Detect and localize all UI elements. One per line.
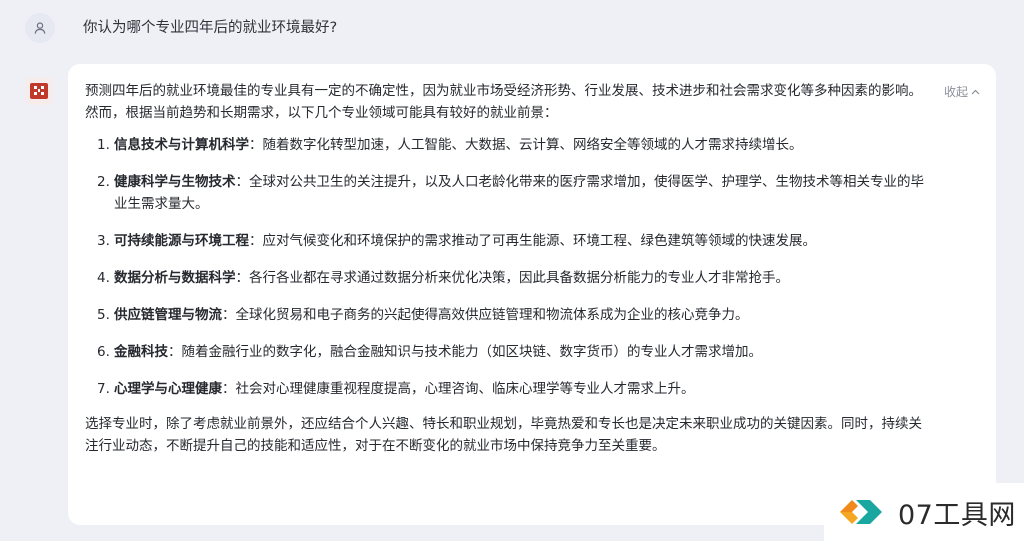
list-item-term: 心理学与心理健康	[114, 381, 222, 397]
list-item-desc: ：应对气候变化和环境保护的需求推动了可再生能源、环境工程、绿色建筑等领域的快速发…	[249, 233, 816, 249]
collapse-button[interactable]: 收起	[944, 83, 980, 100]
answer-list: 1. 信息技术与计算机科学：随着数字化转型加速，人工智能、大数据、云计算、网络安…	[85, 134, 935, 400]
list-item-number: 1.	[97, 137, 110, 153]
list-item-term: 供应链管理与物流	[114, 307, 222, 323]
list-item-desc: ：社会对心理健康重视程度提高，心理咨询、临床心理学等专业人才需求上升。	[222, 381, 695, 397]
watermark: 07工具网	[824, 483, 1024, 541]
list-item-number: 7.	[97, 381, 110, 397]
user-question-text: 你认为哪个专业四年后的就业环境最好?	[83, 20, 338, 36]
list-item-number: 5.	[97, 307, 110, 323]
assistant-avatar	[25, 77, 53, 105]
list-item-number: 4.	[97, 270, 110, 286]
answer-content: 预测四年后的就业环境最佳的专业具有一定的不确定性，因为就业市场受经济形势、行业发…	[85, 80, 935, 457]
assistant-answer-card: 收起 预测四年后的就业环境最佳的专业具有一定的不确定性，因为就业市场受经济形势、…	[68, 64, 996, 525]
list-item: 7. 心理学与心理健康：社会对心理健康重视程度提高，心理咨询、临床心理学等专业人…	[97, 378, 935, 400]
list-item: 4. 数据分析与数据科学：各行各业都在寻求通过数据分析来优化决策，因此具备数据分…	[97, 267, 935, 289]
list-item-term: 数据分析与数据科学	[114, 270, 236, 286]
user-avatar	[25, 13, 55, 43]
list-item: 2. 健康科学与生物技术：全球对公共卫生的关注提升，以及人口老龄化带来的医疗需求…	[97, 171, 935, 215]
list-item-term: 信息技术与计算机科学	[114, 137, 249, 153]
user-icon	[34, 22, 46, 34]
list-item-term: 健康科学与生物技术	[114, 174, 236, 190]
list-item: 5. 供应链管理与物流：全球化贸易和电子商务的兴起使得高效供应链管理和物流体系成…	[97, 304, 935, 326]
list-item-desc: ：全球对公共卫生的关注提升，以及人口老龄化带来的医疗需求增加，使得医学、护理学、…	[114, 174, 924, 212]
collapse-label: 收起	[943, 85, 968, 99]
list-item-number: 3.	[97, 233, 110, 249]
user-message: 你认为哪个专业四年后的就业环境最好?	[0, 0, 1024, 60]
list-item: 6. 金融科技：随着金融行业的数字化，融合金融知识与技术能力（如区块链、数字货币…	[97, 341, 935, 363]
list-item-desc: ：各行各业都在寻求通过数据分析来优化决策，因此具备数据分析能力的专业人才非常抢手…	[235, 270, 790, 286]
assistant-logo-icon	[30, 83, 48, 99]
list-item-desc: ：随着金融行业的数字化，融合金融知识与技术能力（如区块链、数字货币）的专业人才需…	[168, 344, 762, 360]
chevron-up-icon	[971, 89, 980, 94]
list-item-desc: ：全球化贸易和电子商务的兴起使得高效供应链管理和物流体系成为企业的核心竞争力。	[222, 307, 749, 323]
list-item-number: 6.	[97, 344, 110, 360]
list-item-term: 金融科技	[114, 344, 168, 360]
answer-intro: 预测四年后的就业环境最佳的专业具有一定的不确定性，因为就业市场受经济形势、行业发…	[85, 83, 922, 121]
list-item-desc: ：随着数字化转型加速，人工智能、大数据、云计算、网络安全等领域的人才需求持续增长…	[249, 137, 803, 153]
watermark-logo-icon	[840, 500, 882, 524]
list-item: 3. 可持续能源与环境工程：应对气候变化和环境保护的需求推动了可再生能源、环境工…	[97, 230, 935, 252]
watermark-text: 07工具网	[898, 499, 1016, 531]
answer-conclusion: 选择专业时，除了考虑就业前景外，还应结合个人兴趣、特长和职业规划，毕竟热爱和专长…	[85, 416, 922, 454]
list-item-term: 可持续能源与环境工程	[114, 233, 249, 249]
list-item: 1. 信息技术与计算机科学：随着数字化转型加速，人工智能、大数据、云计算、网络安…	[97, 134, 935, 156]
list-item-number: 2.	[97, 174, 110, 190]
